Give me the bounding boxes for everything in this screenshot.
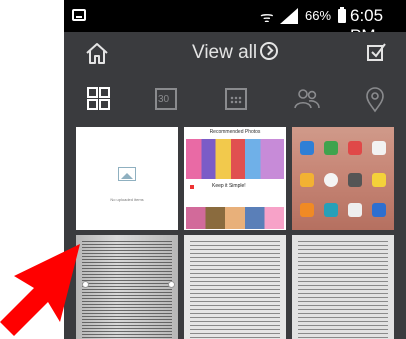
thumbnail-recommended-photos[interactable]: Recommended Photos Keep it Simple!: [184, 127, 286, 230]
card-title: Keep it Simple!: [212, 183, 246, 189]
gallery-app-icon: [324, 203, 338, 217]
email-app-icon: [372, 173, 386, 187]
camera-app-icon: [348, 141, 362, 155]
recommended-header: Recommended Photos: [209, 129, 261, 135]
red-pointer-arrow: [0, 244, 80, 336]
settings-app-icon: [348, 173, 362, 187]
tab-grid[interactable]: [84, 84, 114, 114]
select-checkbox-icon[interactable]: [366, 42, 386, 62]
image-placeholder-icon: [118, 167, 136, 181]
signal-icon: [280, 8, 298, 24]
memo-app-icon: [300, 173, 314, 187]
crop-handle-right[interactable]: [168, 281, 175, 288]
play-store-app-icon: [348, 203, 362, 217]
chrome-app-icon: [324, 173, 338, 187]
thumbnail-document-scan-3[interactable]: [292, 235, 394, 339]
chevron-circle-icon[interactable]: [260, 42, 278, 60]
app-header: View all: [64, 32, 406, 76]
view-all-title[interactable]: View all: [192, 42, 257, 64]
photo-strip: [186, 139, 284, 179]
tab-month[interactable]: [222, 84, 252, 114]
tab-date[interactable]: 30: [152, 84, 182, 114]
notification-icon: [72, 9, 86, 21]
thumbnail-no-items[interactable]: No uploaded items: [76, 127, 178, 230]
thumbnail-home-screen[interactable]: [292, 127, 394, 230]
battery-percent: 66%: [305, 8, 332, 23]
photo-strip-2: [186, 207, 284, 229]
calendar-day-label: 30: [158, 94, 170, 105]
recommendation-card: Keep it Simple!: [190, 179, 280, 207]
home-icon[interactable]: [84, 40, 110, 66]
thumbnail-document-scan-2[interactable]: [184, 235, 286, 339]
status-bar: ᯤ 66% 6:05 PM: [64, 0, 406, 45]
phone-screen: ᯤ 66% 6:05 PM View all: [64, 0, 406, 339]
clock-app-icon: [372, 141, 386, 155]
people-icon: [294, 89, 320, 109]
no-items-caption: No uploaded items: [110, 197, 144, 202]
tab-people[interactable]: [292, 84, 322, 114]
battery-icon: [338, 7, 346, 23]
dropbox-app-icon: [372, 203, 386, 217]
view-tabs: 30: [64, 76, 406, 122]
location-icon: [366, 87, 384, 113]
wifi-icon: ᯤ: [260, 9, 274, 26]
internet-app-icon: [324, 141, 338, 155]
tab-location[interactable]: [360, 84, 390, 114]
contacts-app-icon: [300, 203, 314, 217]
calendar-app-icon: [300, 141, 314, 155]
